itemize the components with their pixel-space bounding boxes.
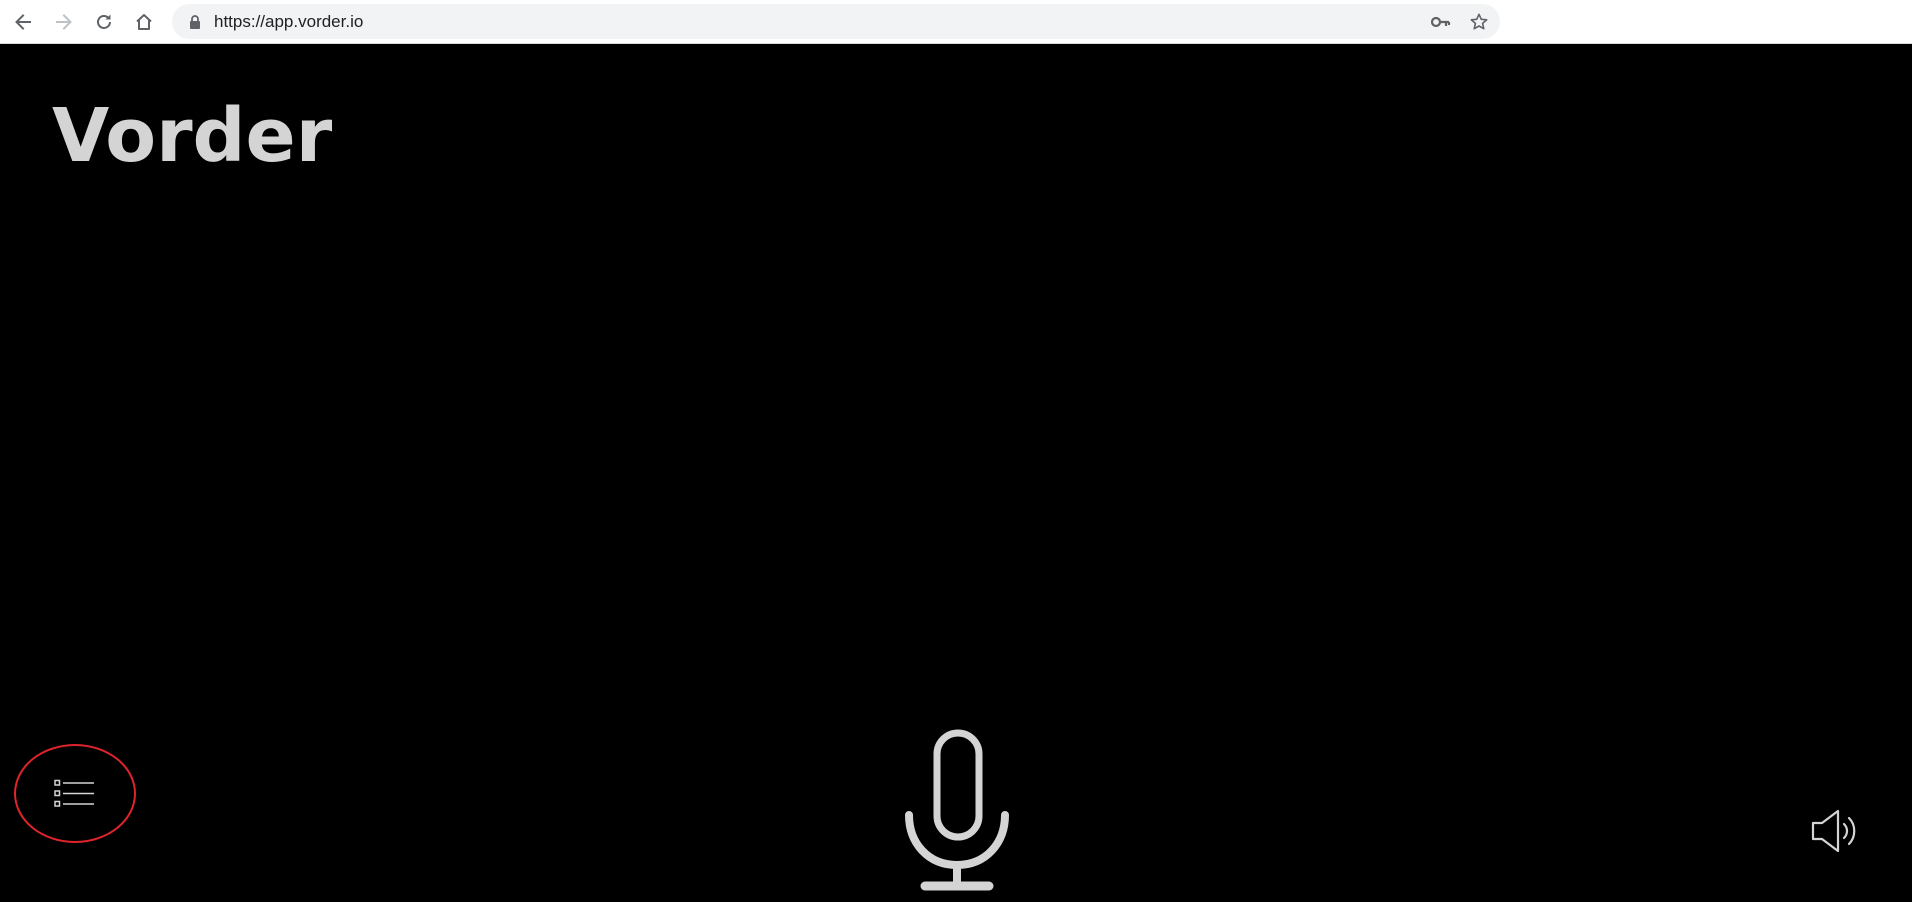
back-button[interactable] — [8, 7, 38, 37]
lock-icon — [190, 15, 200, 29]
bookmark-star-button[interactable] — [1466, 9, 1492, 35]
reload-icon — [97, 14, 111, 29]
arrow-left-icon — [15, 14, 31, 30]
speaker-icon — [1811, 809, 1856, 853]
microphone-button[interactable] — [900, 725, 1014, 893]
address-bar[interactable]: https://app.vorder.io — [172, 4, 1500, 39]
home-icon — [136, 14, 152, 30]
url-text: https://app.vorder.io — [214, 12, 364, 31]
arrow-right-icon — [56, 14, 72, 30]
browser-toolbar: https://app.vorder.io — [0, 0, 1912, 44]
list-icon — [54, 779, 94, 807]
microphone-icon — [905, 729, 1009, 891]
forward-button[interactable] — [49, 7, 79, 37]
reload-button[interactable] — [89, 7, 119, 37]
app-logo-title: Vorder — [52, 93, 333, 179]
password-key-button[interactable] — [1428, 9, 1454, 35]
key-icon — [1431, 16, 1451, 28]
star-icon — [1470, 13, 1488, 30]
speaker-button[interactable] — [1810, 807, 1860, 855]
menu-button[interactable] — [14, 744, 136, 843]
app-canvas: Vorder — [0, 45, 1912, 902]
home-button[interactable] — [129, 7, 159, 37]
